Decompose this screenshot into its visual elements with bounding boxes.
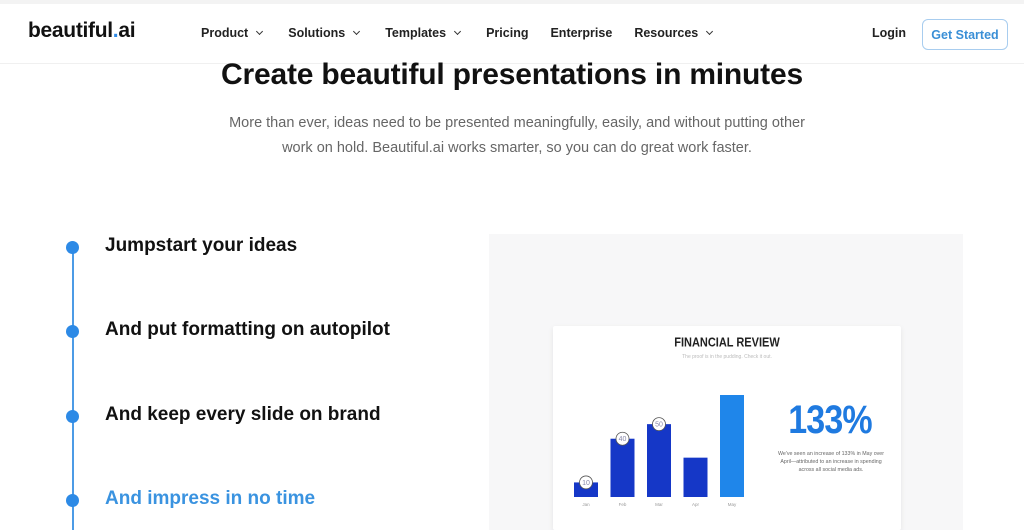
bar-may <box>720 395 744 497</box>
feature-step[interactable]: Jumpstart your ideas <box>66 235 297 256</box>
nav-item-solutions[interactable]: Solutions <box>288 26 361 40</box>
navbar: beautiful.ai Product Solutions Templates Pr… <box>0 4 1024 64</box>
login-link[interactable]: Login <box>872 26 906 40</box>
x-tick-label: Feb <box>619 502 627 507</box>
nav-item-label: Enterprise <box>550 26 613 40</box>
step-label: Jumpstart your ideas <box>105 235 298 256</box>
nav-item-label: Resources <box>634 26 699 40</box>
nav-item-product[interactable]: Product <box>201 26 264 40</box>
x-tick-label: May <box>728 502 737 507</box>
step-bullet-icon <box>66 241 79 254</box>
slide-preview: FINANCIAL REVIEW The proof is in the pud… <box>553 326 901 530</box>
chevron-down-icon <box>353 27 361 36</box>
nav-item-templates[interactable]: Templates <box>385 26 462 40</box>
chevron-down-icon <box>256 27 264 36</box>
chevron-down-icon <box>454 27 462 36</box>
data-label: 40 <box>619 436 627 443</box>
step-bullet-icon <box>66 410 79 423</box>
x-tick-label: Mar <box>655 502 663 507</box>
step-bullet-icon <box>66 325 79 338</box>
step-bullet-icon <box>66 494 79 507</box>
nav-item-resources[interactable]: Resources <box>634 26 714 40</box>
hero-subtitle: More than ever, ideas need to be present… <box>229 115 805 156</box>
nav-item-pricing[interactable]: Pricing <box>486 26 528 40</box>
x-tick-label: Jan <box>582 502 590 507</box>
step-label: And put formatting on autopilot <box>105 319 390 340</box>
nav-item-label: Templates <box>385 26 447 40</box>
get-started-button[interactable]: Get Started <box>922 19 1008 50</box>
nav-item-label: Product <box>201 26 249 40</box>
nav-item-enterprise[interactable]: Enterprise <box>550 26 612 40</box>
nav-item-label: Solutions <box>288 26 346 40</box>
nav-item-label: Pricing <box>486 26 529 40</box>
bar-mar <box>647 424 671 497</box>
bar-feb <box>610 438 635 497</box>
data-label: 50 <box>655 422 663 429</box>
feature-step[interactable]: And impress in no time <box>66 488 315 509</box>
chevron-down-icon <box>706 27 714 36</box>
logo-suffix: ai <box>118 19 136 42</box>
stat-description: We've seen an increase of 133% in May ov… <box>777 451 885 473</box>
data-label: 10 <box>582 480 590 487</box>
bar-apr <box>683 457 708 497</box>
feature-step[interactable]: And put formatting on autopilot <box>66 319 390 340</box>
stat-value: 133% <box>788 398 872 442</box>
main-menu: Product Solutions Templates Pricing Enterpri… <box>201 26 714 40</box>
x-tick-label: Apr <box>692 502 700 507</box>
logo-text: beautiful <box>28 19 113 42</box>
timeline-line <box>72 244 74 530</box>
hero-title: Create beautiful presentations in minute… <box>221 58 803 91</box>
step-label: And impress in no time <box>105 488 316 509</box>
step-label: And keep every slide on brand <box>105 404 381 425</box>
feature-step[interactable]: And keep every slide on brand <box>66 404 381 425</box>
logo[interactable]: beautiful.ai <box>28 19 136 43</box>
